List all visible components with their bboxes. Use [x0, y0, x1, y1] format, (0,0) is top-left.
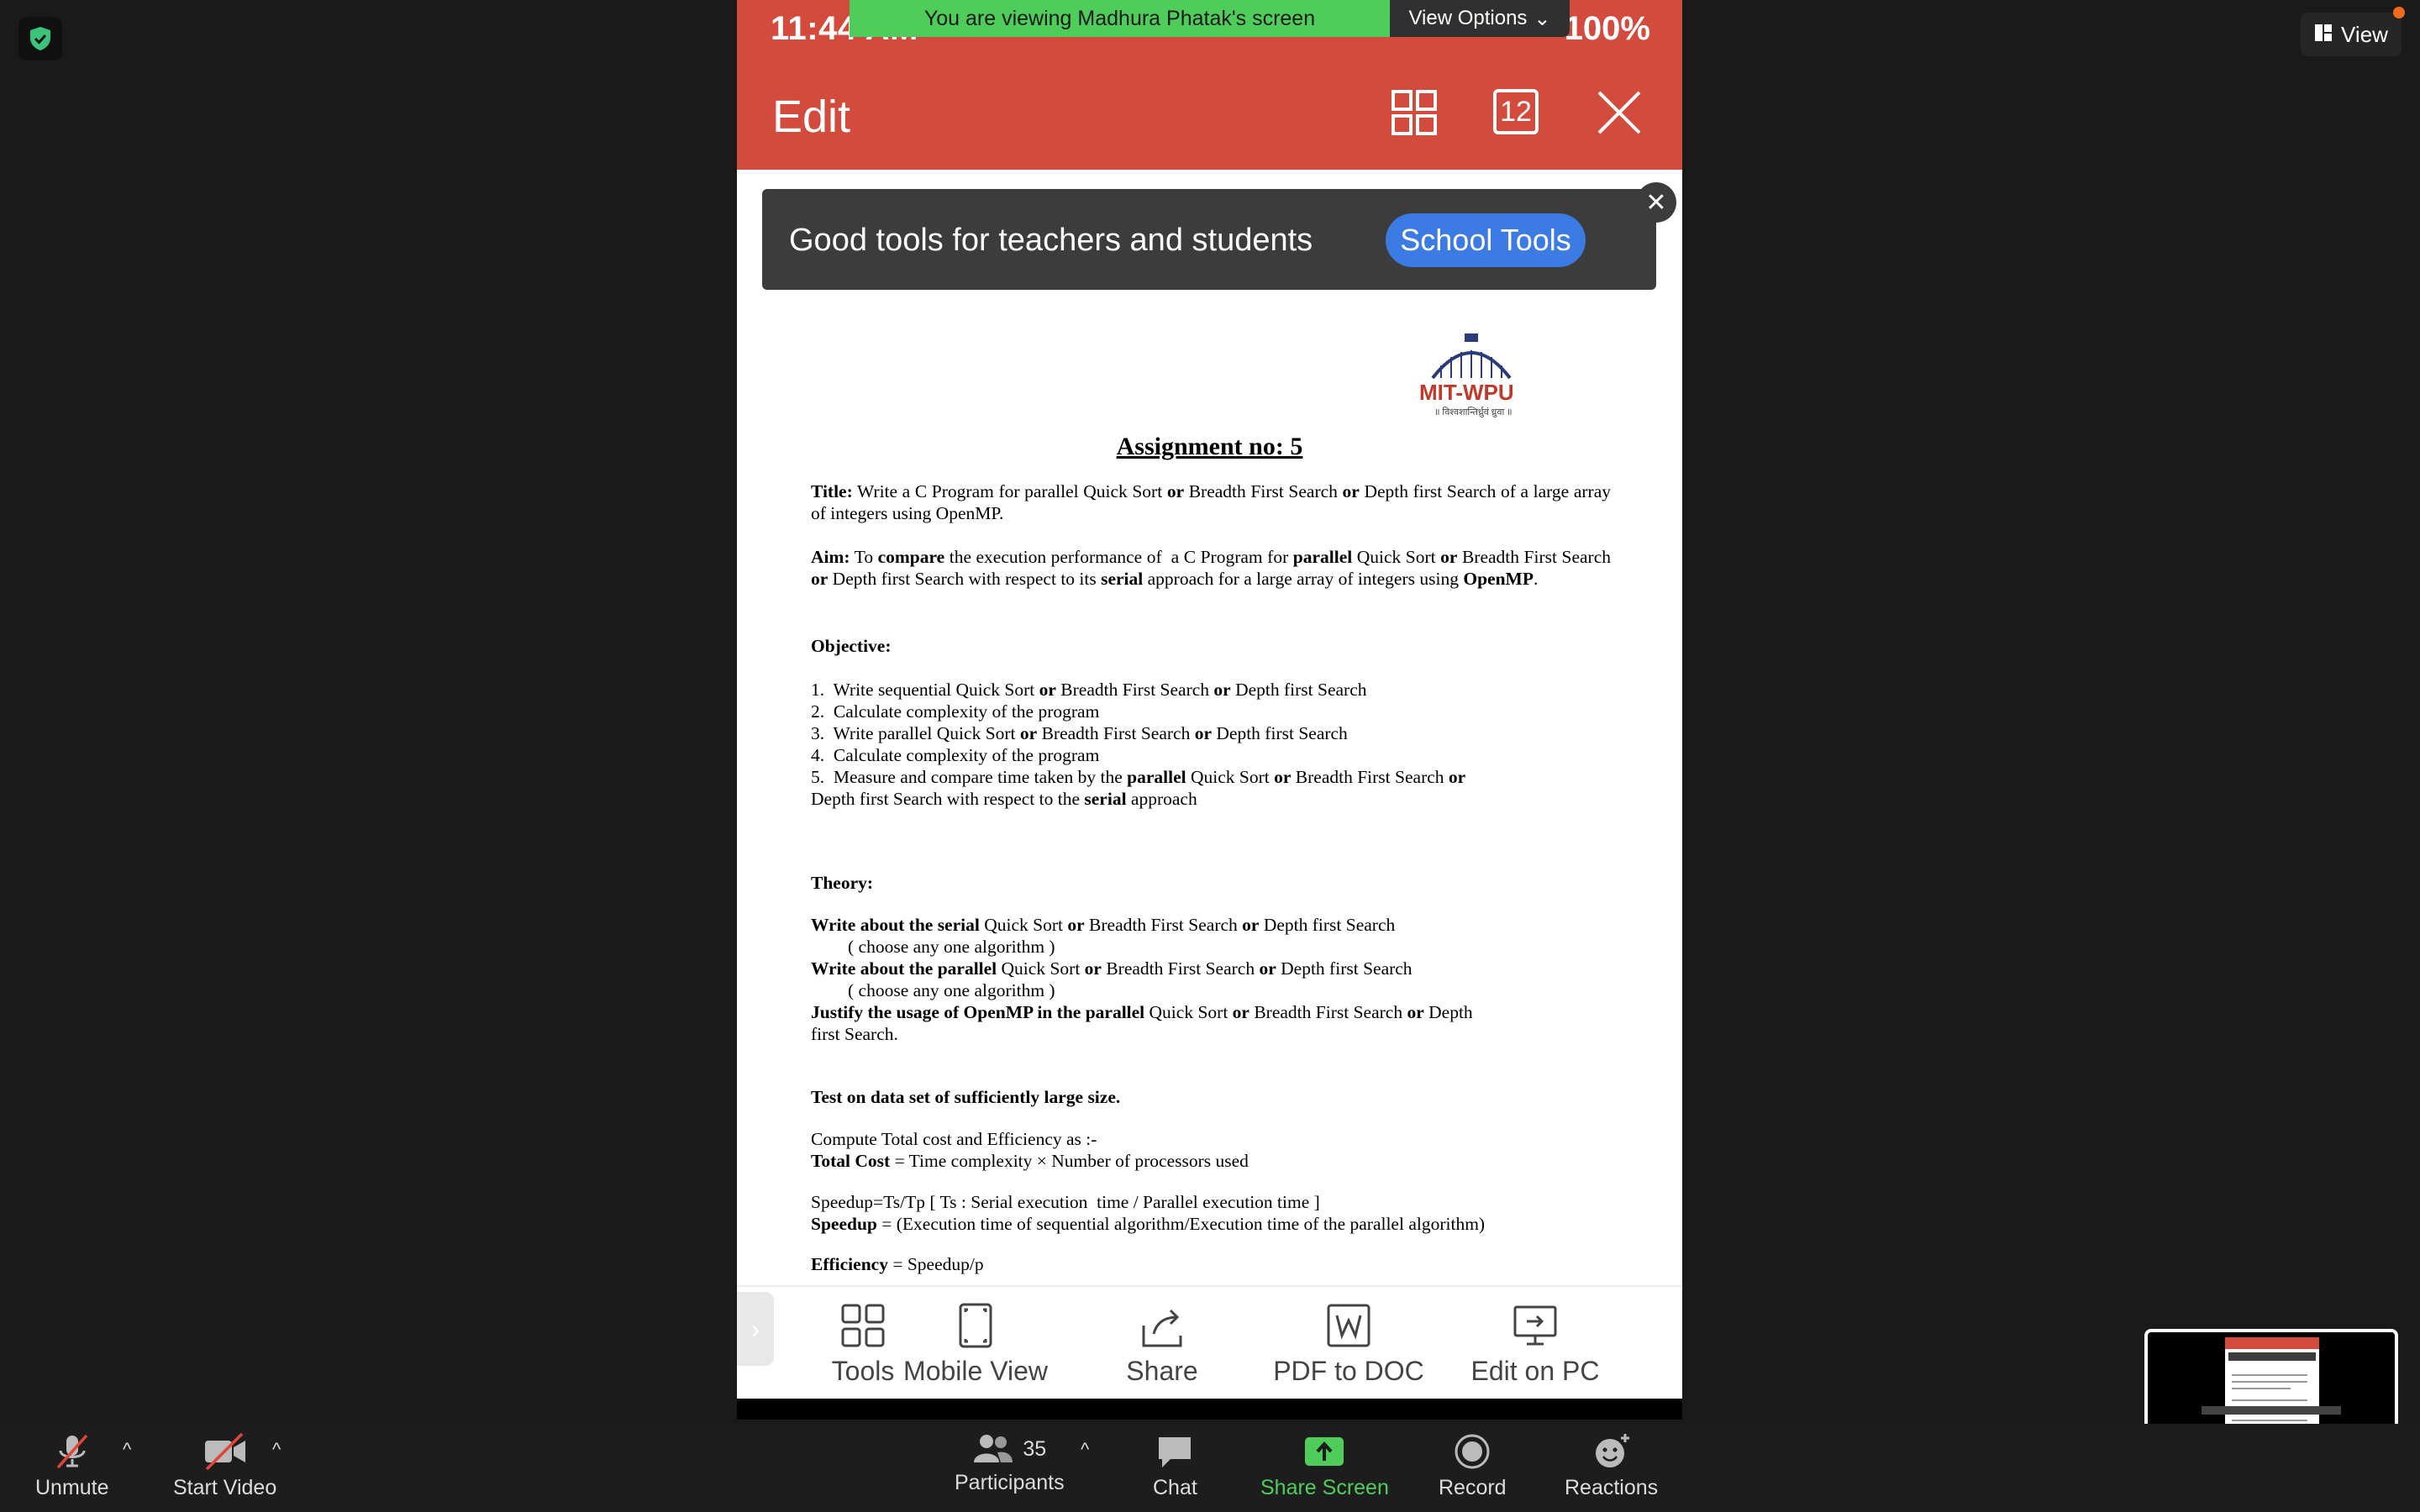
chat-icon [1159, 1437, 1192, 1467]
school-tools-button[interactable]: School Tools [1386, 213, 1586, 267]
chat-button[interactable]: Chat [1153, 1432, 1197, 1500]
speedup-paragraph: Speedup=Ts/Tp [ Ts : Serial execution ti… [811, 1192, 1486, 1234]
mobile-view-icon [959, 1303, 992, 1348]
app-bar: Edit 12 [737, 57, 1682, 170]
chevron-down-icon: ⌄ [1534, 7, 1551, 30]
objective-heading: Objective: [811, 636, 892, 656]
start-video-button[interactable]: Start Video [173, 1432, 276, 1500]
tools-icon [841, 1304, 885, 1347]
share-screen-icon [1305, 1437, 1344, 1466]
test-heading: Test on data set of sufficiently large s… [811, 1087, 1121, 1107]
view-button-label: View [2341, 21, 2388, 47]
view-options-dropdown[interactable]: View Options ⌄ [1390, 0, 1570, 37]
toolbar-label: PDF to DOC [1273, 1356, 1424, 1386]
video-off-icon [204, 1432, 245, 1471]
reactions-button[interactable]: Reactions [1565, 1432, 1658, 1500]
theory-list: Write about the serial Quick Sort or Bre… [811, 915, 1473, 1044]
title-paragraph: Title: Write a C Program for parallel Qu… [811, 481, 1611, 523]
logo-subtext: ॥ विश्वशान्तिर्ध्रुवं ध्रुवा ॥ [1434, 407, 1512, 417]
security-shield-icon[interactable] [18, 17, 62, 60]
objective-list: 1. Write sequential Quick Sort or Breadt… [811, 680, 1466, 809]
view-button[interactable]: View [2301, 13, 2402, 56]
toolbar-label: Edit on PC [1470, 1356, 1600, 1386]
phone-nav-bar [737, 1399, 1682, 1420]
aim-paragraph: Aim: To compare the execution performanc… [811, 547, 1611, 589]
bottom-toolbar: › Tools Mobile View Share PDF to DOC Edi… [737, 1285, 1682, 1400]
toolbar-mobile-view[interactable]: Mobile View [892, 1287, 1060, 1400]
banner-text: Good tools for teachers and students [789, 223, 1313, 258]
logo-text: MIT-WPU [1419, 380, 1514, 405]
promo-banner: Good tools for teachers and students Sch… [762, 182, 1676, 290]
participants-label: Participants [955, 1471, 1065, 1494]
document-page: MIT-WPU ॥ विश्वशान्तिर्ध्रुवं ध्रुवा ॥ A… [737, 302, 1682, 1285]
toolbar-label: Mobile View [903, 1356, 1048, 1386]
reactions-icon [1595, 1434, 1629, 1467]
participants-icon [974, 1435, 1013, 1462]
toolbar-label: Share [1126, 1356, 1198, 1386]
share-icon [1142, 1309, 1182, 1347]
view-grid-icon [2314, 22, 2333, 48]
view-options-label: View Options [1408, 7, 1528, 29]
toolbar-pdf-to-doc[interactable]: PDF to DOC [1265, 1287, 1433, 1400]
record-icon [1455, 1434, 1490, 1469]
notification-dot [2393, 7, 2405, 18]
start-video-label: Start Video [173, 1476, 277, 1499]
toolbar-expand-handle[interactable]: › [737, 1292, 774, 1366]
participant-count: 35 [1023, 1436, 1047, 1461]
grid-view-icon[interactable] [1391, 89, 1438, 136]
toolbar-share[interactable]: Share [1078, 1287, 1246, 1400]
theory-heading: Theory: [811, 873, 874, 893]
page-count-button[interactable]: 12 [1493, 89, 1539, 134]
toolbar-label: Tools [831, 1356, 895, 1386]
efficiency-paragraph: Efficiency = Speedup/p [811, 1254, 984, 1274]
edit-on-pc-icon [1513, 1305, 1557, 1346]
meeting-controls-bar: Unmute ^ Start Video ^ 35 Participants ^… [0, 1424, 2420, 1512]
record-button[interactable]: Record [1439, 1432, 1507, 1500]
app-bar-title: Edit [772, 92, 851, 142]
toolbar-edit-on-pc[interactable]: Edit on PC [1451, 1287, 1619, 1400]
pdf-to-doc-icon [1327, 1304, 1370, 1347]
participants-button[interactable]: 35 Participants [955, 1432, 1065, 1495]
audio-options-caret-icon[interactable]: ^ [123, 1439, 131, 1461]
record-label: Record [1439, 1476, 1507, 1499]
chat-label: Chat [1153, 1476, 1197, 1499]
battery-percent: 100% [1564, 10, 1650, 47]
cost-paragraph: Compute Total cost and Efficiency as :- … [811, 1129, 1249, 1171]
unmute-label: Unmute [35, 1476, 109, 1499]
shared-screen: 11:44 AM 100% Edit 12 Good tools for tea… [737, 0, 1682, 1420]
microphone-muted-icon [56, 1434, 88, 1469]
video-options-caret-icon[interactable]: ^ [272, 1439, 281, 1461]
participants-options-caret-icon[interactable]: ^ [1081, 1439, 1089, 1461]
close-icon[interactable] [1596, 89, 1643, 136]
reactions-label: Reactions [1565, 1476, 1659, 1499]
viewing-screen-banner: You are viewing Madhura Phatak's screen [850, 0, 1390, 37]
banner-close-icon[interactable]: ✕ [1636, 182, 1676, 223]
share-screen-button[interactable]: Share Screen [1260, 1432, 1389, 1500]
document-title: Assignment no: 5 [1116, 433, 1303, 460]
share-screen-label: Share Screen [1260, 1476, 1389, 1499]
unmute-button[interactable]: Unmute [35, 1432, 109, 1500]
